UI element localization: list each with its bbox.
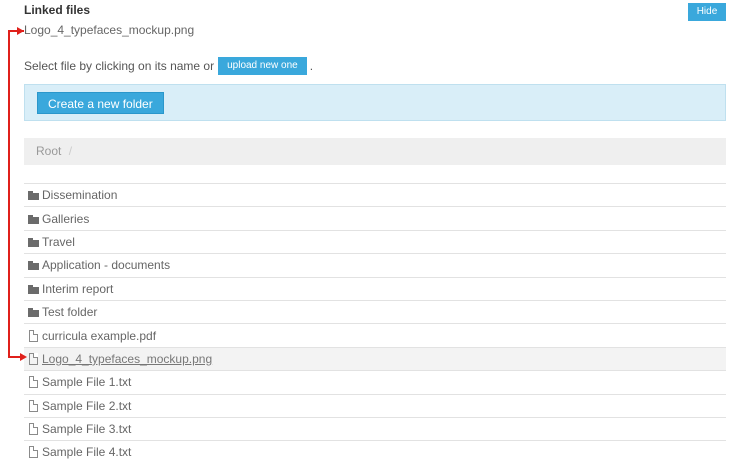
- create-folder-button[interactable]: Create a new folder: [37, 92, 164, 114]
- select-instructions-text: Select file by clicking on its name or: [24, 59, 215, 73]
- folder-name[interactable]: Application - documents: [42, 258, 170, 272]
- file-icon: [29, 446, 38, 459]
- folder-panel: Create a new folder: [24, 84, 726, 121]
- file-row[interactable]: Sample File 4.txt: [24, 440, 726, 463]
- folder-name[interactable]: Test folder: [42, 305, 97, 319]
- file-name[interactable]: Sample File 3.txt: [42, 422, 131, 436]
- breadcrumb-separator: /: [68, 144, 73, 158]
- file-name[interactable]: Sample File 4.txt: [42, 445, 131, 459]
- linked-file-name[interactable]: Logo_4_typefaces_mockup.png: [24, 23, 194, 37]
- file-icon: [29, 329, 38, 342]
- folder-row[interactable]: Travel: [24, 229, 726, 253]
- upload-new-button[interactable]: upload new one: [218, 57, 307, 75]
- file-icon: [29, 423, 38, 436]
- breadcrumb-root[interactable]: Root: [36, 144, 61, 158]
- folder-icon: [28, 259, 39, 271]
- folder-name[interactable]: Galleries: [42, 212, 89, 226]
- select-instructions-period: .: [309, 59, 314, 73]
- folder-row[interactable]: Test folder: [24, 299, 726, 323]
- file-icon: [29, 399, 38, 412]
- hide-button[interactable]: Hide: [688, 3, 726, 21]
- folder-row[interactable]: Dissemination: [24, 183, 726, 206]
- file-row[interactable]: Logo_4_typefaces_mockup.png: [24, 346, 726, 371]
- folder-row[interactable]: Interim report: [24, 276, 726, 300]
- folder-name[interactable]: Interim report: [42, 282, 113, 296]
- linked-files-title: Linked files: [24, 3, 91, 17]
- file-name[interactable]: curricula example.pdf: [42, 329, 156, 343]
- file-row[interactable]: curricula example.pdf: [24, 323, 726, 346]
- folder-icon: [28, 213, 39, 225]
- folder-name[interactable]: Dissemination: [42, 188, 117, 202]
- file-name[interactable]: Sample File 1.txt: [42, 375, 131, 389]
- select-instructions: Select file by clicking on its name or u…: [24, 57, 313, 75]
- file-row[interactable]: Sample File 2.txt: [24, 393, 726, 417]
- breadcrumb: Root /: [24, 138, 726, 165]
- folder-row[interactable]: Galleries: [24, 206, 726, 229]
- file-name[interactable]: Sample File 2.txt: [42, 399, 131, 413]
- file-list: Dissemination Galleries Travel Application …: [24, 183, 726, 464]
- file-row[interactable]: Sample File 3.txt: [24, 416, 726, 440]
- folder-icon: [28, 283, 39, 295]
- folder-icon: [28, 236, 39, 248]
- file-name[interactable]: Logo_4_typefaces_mockup.png: [42, 352, 212, 366]
- file-icon: [29, 352, 38, 365]
- file-icon: [29, 376, 38, 389]
- folder-row[interactable]: Application - documents: [24, 253, 726, 276]
- folder-icon: [28, 306, 39, 318]
- folder-name[interactable]: Travel: [42, 235, 75, 249]
- folder-icon: [28, 189, 39, 201]
- file-row[interactable]: Sample File 1.txt: [24, 370, 726, 393]
